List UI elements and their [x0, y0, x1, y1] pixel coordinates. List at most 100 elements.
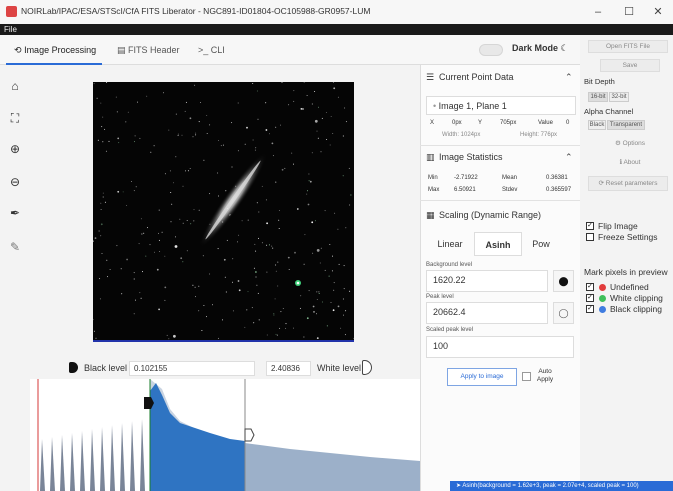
histogram-spike	[90, 429, 95, 491]
close-button[interactable]: ✕	[643, 3, 673, 21]
fit-icon[interactable]: ⛶	[8, 111, 22, 125]
max-value: 6.50921	[454, 187, 476, 193]
home-icon[interactable]: ⌂	[8, 79, 22, 93]
options-button[interactable]: ⚙ Options	[600, 138, 660, 151]
histogram-spike	[40, 439, 45, 491]
minimize-button[interactable]: –	[583, 3, 613, 21]
dark-mode-label: Dark Mode ☾	[512, 43, 569, 53]
bit-depth-label: Bit Depth	[584, 77, 615, 86]
tab-image-processing[interactable]: ⟲ Image Processing	[14, 35, 96, 65]
histogram-spike	[100, 427, 105, 491]
white-clipping-label: White clipping	[610, 293, 663, 303]
scaling-tab-asinh[interactable]: Asinh	[474, 232, 522, 256]
about-button[interactable]: ℹ About	[600, 157, 660, 170]
info-icon: ℹ	[619, 159, 623, 166]
zoom-out-icon[interactable]: ⊖	[8, 175, 22, 189]
black-level-label: Black level	[84, 363, 128, 373]
histogram-spike	[120, 423, 125, 491]
auto-apply-checkbox[interactable]	[522, 372, 531, 381]
histogram-spike	[80, 431, 85, 491]
eyedropper-white-icon[interactable]: ✎	[8, 240, 22, 254]
black-clipping-color-dot	[599, 306, 606, 313]
auto-apply-label: Auto Apply	[536, 368, 554, 383]
scaling-tab-pow[interactable]: Pow	[522, 232, 560, 256]
black-clipping-label: Black clipping	[610, 304, 662, 314]
current-point-title: Current Point Data	[439, 72, 514, 82]
black-clipping-checkbox[interactable]: ✓	[586, 305, 594, 313]
zoom-in-icon[interactable]: ⊕	[8, 142, 22, 156]
scaled-peak-input[interactable]: 100	[426, 336, 574, 358]
scaling-title: Scaling (Dynamic Range)	[439, 210, 542, 220]
image-dot-icon: •	[433, 101, 437, 111]
status-text: Asinh(background = 1.62e+3, peak = 2.07e…	[462, 483, 639, 489]
collapse-current-point[interactable]: ⌃	[565, 72, 573, 83]
apply-to-image-button[interactable]: Apply to image	[447, 368, 517, 386]
left-toolbar	[0, 65, 30, 491]
alpha-channel-label: Alpha Channel	[584, 107, 634, 116]
y-label: Y	[478, 120, 483, 126]
dark-mode-toggle[interactable]	[479, 44, 503, 56]
refresh-icon: ⟲	[14, 45, 22, 55]
background-picker-button[interactable]: ⬤	[553, 270, 574, 292]
min-value: -2.71922	[454, 175, 478, 181]
peak-level-label: Peak level	[426, 294, 454, 300]
white-level-label: White level	[317, 363, 362, 373]
tab-fits-header[interactable]: ▤ FITS Header	[117, 35, 180, 65]
bit-depth-32[interactable]: 32-bit	[609, 92, 629, 102]
image-height: Height: 776px	[520, 132, 558, 138]
window-title: NOIRLab/IPAC/ESA/STScI/CfA FITS Liberato…	[21, 6, 371, 16]
histogram-spike	[70, 433, 75, 491]
bit-depth-16[interactable]: 16-bit	[588, 92, 608, 102]
x-label: X	[430, 120, 435, 126]
x-value: 0px	[452, 120, 462, 126]
white-clipping-checkbox[interactable]: ✓	[586, 294, 594, 302]
scaled-peak-label: Scaled peak level	[426, 327, 474, 333]
stdev-label: Stdev	[502, 187, 518, 193]
eyedropper-black-icon[interactable]: ✒	[8, 206, 22, 220]
peak-picker-button[interactable]: ◯	[553, 302, 574, 324]
divider	[420, 200, 580, 201]
status-bar: ➤ Asinh(background = 1.62e+3, peak = 2.0…	[450, 481, 673, 491]
scaling-tab-linear[interactable]: Linear	[426, 232, 474, 256]
black-dropper-icon: ⬤	[558, 276, 569, 286]
undefined-checkbox[interactable]: ✓	[586, 283, 594, 291]
undefined-label: Undefined	[610, 282, 649, 292]
flip-image-checkbox[interactable]: ✓	[586, 222, 594, 230]
image-plane-select[interactable]: • Image 1, Plane 1	[426, 96, 576, 115]
histogram-spike	[60, 435, 65, 491]
divider	[420, 145, 580, 146]
tab-label: Image Processing	[24, 45, 97, 55]
menu-file[interactable]: File	[4, 24, 17, 35]
maximize-button[interactable]: ☐	[614, 3, 644, 21]
image-width: Width: 1024px	[442, 132, 481, 138]
reset-icon: ⟳	[598, 180, 604, 187]
alpha-transparent[interactable]: Transparent	[607, 120, 645, 130]
scaling-icon: ▦	[426, 210, 435, 220]
collapse-statistics[interactable]: ⌃	[565, 152, 573, 163]
white-level-input[interactable]: 2.40836	[266, 361, 311, 376]
tab-cli[interactable]: >_ CLI	[198, 35, 225, 65]
value-label: Value	[538, 120, 553, 126]
background-level-input[interactable]: 1620.22	[426, 270, 548, 292]
black-level-input[interactable]: 0.102155	[129, 361, 255, 376]
background-level-label: Background level	[426, 262, 473, 268]
histogram-white-handle[interactable]	[244, 428, 255, 442]
image-preview[interactable]	[93, 82, 354, 342]
histogram[interactable]	[30, 379, 420, 491]
histogram-spike	[130, 421, 135, 491]
value-value: 0	[566, 120, 570, 126]
moon-icon: ☾	[560, 43, 569, 53]
min-label: Min	[428, 175, 438, 181]
mark-pixels-title: Mark pixels in preview	[584, 267, 668, 277]
save-button[interactable]: Save	[600, 59, 660, 72]
white-clipping-color-dot	[599, 295, 606, 302]
chart-icon: ▥	[426, 152, 435, 162]
peak-level-input[interactable]: 20662.4	[426, 302, 548, 324]
open-fits-button[interactable]: Open FITS File	[588, 40, 668, 53]
histogram-spike	[110, 425, 115, 491]
freeze-settings-checkbox[interactable]	[586, 233, 594, 241]
stdev-value: 0.365597	[546, 187, 572, 193]
alpha-black[interactable]: Black	[588, 120, 606, 130]
reset-parameters-button[interactable]: ⟳ Reset parameters	[588, 176, 668, 191]
tab-label: FITS Header	[128, 45, 180, 55]
